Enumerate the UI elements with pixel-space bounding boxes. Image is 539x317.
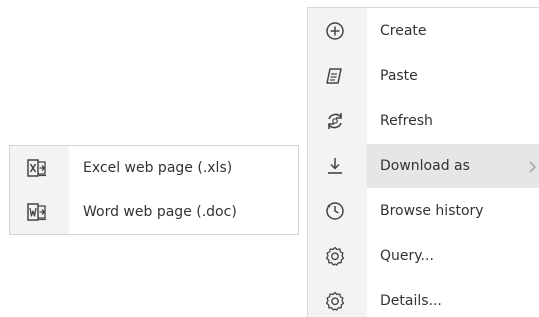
menu-item-query[interactable]: Query... — [308, 234, 539, 278]
clock-history-icon — [324, 200, 346, 222]
download-submenu: Excel web page (.xls) Word web page (.do… — [9, 145, 299, 235]
word-export-icon — [26, 202, 48, 222]
submenu-item-excel[interactable]: Excel web page (.xls) — [10, 146, 298, 190]
context-menu: Create Paste Refresh Download as Browse … — [307, 7, 539, 317]
menu-item-label: Browse history — [380, 203, 484, 219]
menu-item-paste[interactable]: Paste — [308, 54, 539, 98]
menu-item-label: Refresh — [380, 113, 433, 129]
menu-item-label: Paste — [380, 68, 418, 84]
menu-item-label: Query... — [380, 248, 434, 264]
menu-item-download-as[interactable]: Download as — [308, 144, 539, 188]
chevron-right-icon — [529, 159, 537, 173]
menu-item-label: Details... — [380, 293, 442, 309]
refresh-icon — [324, 110, 346, 132]
menu-item-label: Download as — [380, 158, 470, 174]
paste-icon — [324, 65, 346, 87]
submenu-item-label: Word web page (.doc) — [83, 204, 237, 220]
submenu-item-word[interactable]: Word web page (.doc) — [10, 190, 298, 234]
menu-item-details[interactable]: Details... — [308, 279, 539, 317]
submenu-item-label: Excel web page (.xls) — [83, 160, 233, 176]
menu-item-label: Create — [380, 23, 427, 39]
download-icon — [324, 155, 346, 177]
plus-circle-icon — [324, 20, 346, 42]
stage: Create Paste Refresh Download as Browse … — [0, 0, 539, 317]
menu-item-create[interactable]: Create — [308, 9, 539, 53]
menu-item-browse-history[interactable]: Browse history — [308, 189, 539, 233]
excel-export-icon — [26, 158, 48, 178]
menu-item-refresh[interactable]: Refresh — [308, 99, 539, 143]
gear-icon — [324, 245, 346, 267]
gear-icon — [324, 290, 346, 312]
